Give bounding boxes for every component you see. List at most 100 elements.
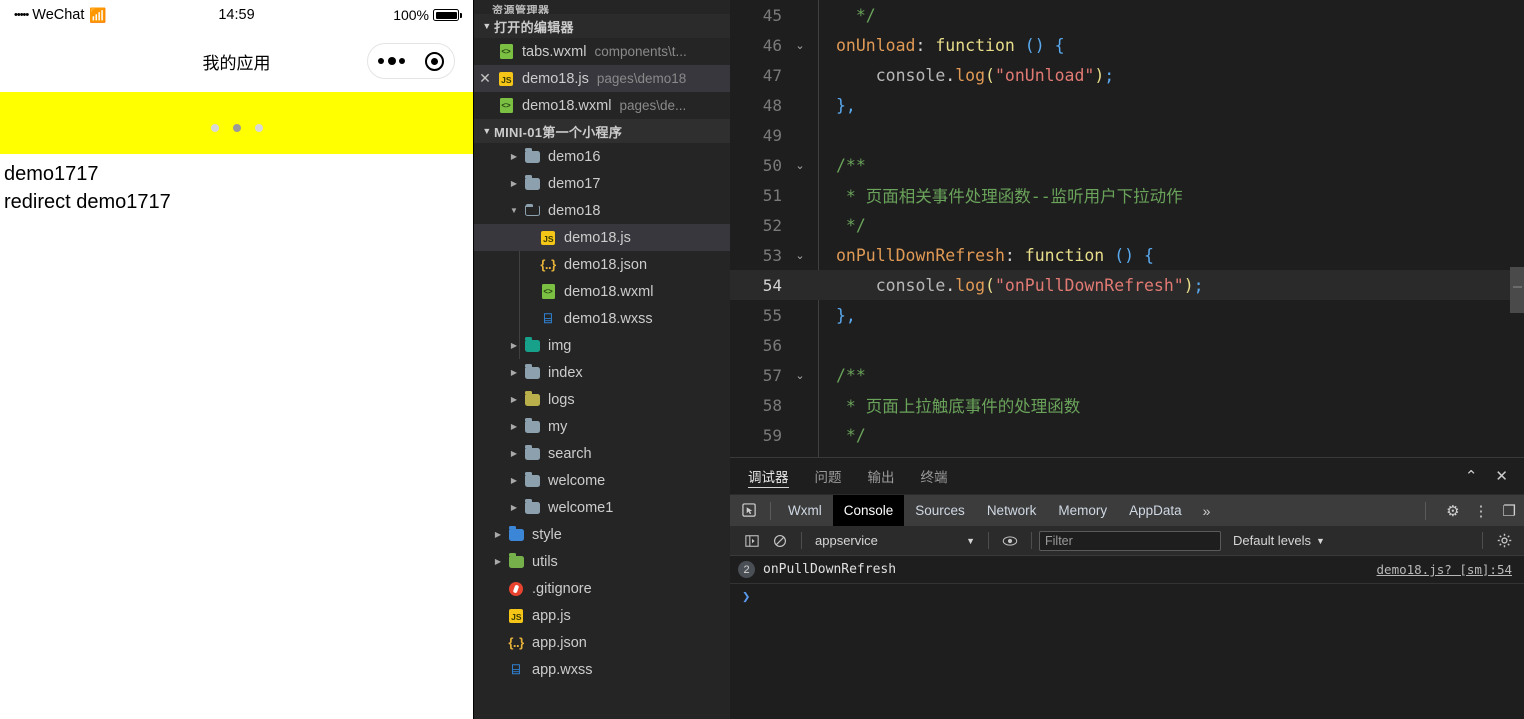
- swiper-dot[interactable]: [210, 124, 219, 132]
- devtools-tab-wxml[interactable]: Wxml: [777, 495, 833, 527]
- code-line[interactable]: 51 * 页面相关事件处理函数--监听用户下拉动作: [730, 180, 1524, 210]
- chevron-right-icon[interactable]: ▶: [506, 422, 522, 431]
- file-tree-item[interactable]: <> demo18.wxml: [474, 278, 730, 305]
- file-tree-item[interactable]: ▼ demo18: [474, 197, 730, 224]
- code-line[interactable]: 58 * 页面上拉触底事件的处理函数: [730, 390, 1524, 420]
- file-tree-item[interactable]: ▶ welcome: [474, 467, 730, 494]
- simulator-panel: ••••• WeChat 📶 14:59 100% 我的应用 demo1717 …: [0, 0, 474, 719]
- dock-panel-icon[interactable]: ❐: [1503, 502, 1516, 520]
- editor-scrollbar[interactable]: [1510, 0, 1524, 457]
- file-tree-item[interactable]: ▶ index: [474, 359, 730, 386]
- target-circle-icon[interactable]: [425, 51, 444, 71]
- open-editor-item[interactable]: ✕ JS demo18.js pages\demo18: [474, 65, 730, 92]
- gear-icon[interactable]: [1490, 533, 1518, 548]
- swiper-banner[interactable]: [0, 92, 473, 154]
- open-editors-header[interactable]: ▼ 打开的编辑器: [474, 14, 730, 38]
- file-tree-item[interactable]: ▶ my: [474, 413, 730, 440]
- panel-tab-1[interactable]: 问题: [815, 458, 842, 494]
- fold-toggle-icon[interactable]: ⌄: [788, 249, 812, 262]
- chevron-right-icon[interactable]: ▶: [506, 503, 522, 512]
- file-tree-item[interactable]: ▶ demo16: [474, 143, 730, 170]
- chevron-right-icon[interactable]: ▶: [490, 530, 506, 539]
- console-source-link[interactable]: demo18.js? [sm]:54: [1377, 562, 1512, 577]
- fold-toggle-icon[interactable]: ⌄: [788, 369, 812, 382]
- file-tree-item[interactable]: ▶ logs: [474, 386, 730, 413]
- swiper-dot-active[interactable]: [232, 124, 241, 132]
- file-tree-item[interactable]: .gitignore: [474, 575, 730, 602]
- file-tree-item[interactable]: {..} app.json: [474, 629, 730, 656]
- code-line[interactable]: 47 console.log("onUnload");: [730, 60, 1524, 90]
- clear-console-icon[interactable]: [766, 534, 794, 548]
- file-tree-item[interactable]: JS demo18.js: [474, 224, 730, 251]
- devtools-tab-memory[interactable]: Memory: [1047, 495, 1118, 527]
- file-tree-item[interactable]: ⌸ demo18.wxss: [474, 305, 730, 332]
- file-tree-item[interactable]: ▶ demo17: [474, 170, 730, 197]
- file-tree-item[interactable]: JS app.js: [474, 602, 730, 629]
- code-line[interactable]: 55},: [730, 300, 1524, 330]
- overflow-tabs-icon[interactable]: »: [1193, 503, 1221, 519]
- devtools-tab-network[interactable]: Network: [976, 495, 1048, 527]
- chevron-right-icon[interactable]: ▶: [506, 476, 522, 485]
- code-text: console.log("onUnload");: [812, 66, 1114, 85]
- code-line[interactable]: 49: [730, 120, 1524, 150]
- chevron-down-icon[interactable]: ▼: [506, 206, 522, 215]
- code-line-active[interactable]: 54 console.log("onPullDownRefresh");: [730, 270, 1524, 300]
- chevron-down-icon[interactable]: ▼: [480, 21, 494, 31]
- devtools-tab-sources[interactable]: Sources: [904, 495, 976, 527]
- file-tree-item[interactable]: ▶ style: [474, 521, 730, 548]
- code-line[interactable]: 53 ⌄ onPullDownRefresh: function () {: [730, 240, 1524, 270]
- inspect-element-icon[interactable]: [734, 503, 764, 518]
- panel-tab-3[interactable]: 终端: [921, 458, 948, 494]
- panel-tab-2[interactable]: 输出: [868, 458, 895, 494]
- close-icon[interactable]: ✕: [1495, 469, 1508, 484]
- file-tree-item[interactable]: ▶ img: [474, 332, 730, 359]
- devtools-tab-appdata[interactable]: AppData: [1118, 495, 1193, 527]
- fold-toggle-icon[interactable]: ⌄: [788, 159, 812, 172]
- code-line[interactable]: 52 */: [730, 210, 1524, 240]
- console-message[interactable]: 2 onPullDownRefresh demo18.js? [sm]:54: [730, 556, 1524, 584]
- chevron-right-icon[interactable]: ▶: [506, 179, 522, 188]
- open-editor-item[interactable]: <> tabs.wxml components\t...: [474, 38, 730, 65]
- close-icon[interactable]: ✕: [474, 70, 496, 87]
- code-line[interactable]: 59 */: [730, 420, 1524, 450]
- console-filter-input[interactable]: Filter: [1039, 530, 1221, 551]
- file-tree-item[interactable]: ▶ welcome1: [474, 494, 730, 521]
- code-editor[interactable]: 45 */46 ⌄ onUnload: function () {47 consol…: [730, 0, 1524, 457]
- chevron-down-icon[interactable]: ▼: [480, 126, 494, 136]
- code-line[interactable]: 48},: [730, 90, 1524, 120]
- chevron-up-icon[interactable]: ⌃: [1465, 469, 1478, 484]
- swiper-dot[interactable]: [254, 124, 263, 132]
- code-token: (): [1114, 245, 1135, 265]
- chevron-right-icon[interactable]: ▶: [506, 368, 522, 377]
- live-expression-icon[interactable]: [996, 535, 1024, 547]
- wechat-capsule-button[interactable]: [367, 43, 455, 79]
- code-line[interactable]: 57 ⌄ /**: [730, 360, 1524, 390]
- code-line[interactable]: 45 */: [730, 0, 1524, 30]
- more-dots-icon[interactable]: [378, 57, 405, 65]
- code-line[interactable]: 46 ⌄ onUnload: function () {: [730, 30, 1524, 60]
- code-line[interactable]: 56: [730, 330, 1524, 360]
- console-sidebar-icon[interactable]: [738, 534, 766, 548]
- chevron-right-icon[interactable]: ▶: [506, 152, 522, 161]
- console-context-select[interactable]: appservice ▼: [809, 533, 981, 548]
- editor-scrollbar-thumb[interactable]: [1510, 267, 1524, 313]
- file-tree-item[interactable]: {..} demo18.json: [474, 251, 730, 278]
- console-output[interactable]: 2 onPullDownRefresh demo18.js? [sm]:54 ❯: [730, 556, 1524, 719]
- chevron-right-icon[interactable]: ▶: [506, 395, 522, 404]
- console-levels-select[interactable]: Default levels ▼: [1233, 533, 1325, 548]
- file-tree-item[interactable]: ⌸ app.wxss: [474, 656, 730, 683]
- open-editor-item[interactable]: <> demo18.wxml pages\de...: [474, 92, 730, 119]
- console-input-prompt[interactable]: ❯: [730, 584, 1524, 610]
- file-tree-item[interactable]: ▶ utils: [474, 548, 730, 575]
- chevron-right-icon[interactable]: ▶: [506, 449, 522, 458]
- file-tree-item[interactable]: ▶ search: [474, 440, 730, 467]
- gear-icon[interactable]: ⚙: [1446, 502, 1459, 520]
- code-line[interactable]: 50 ⌄ /**: [730, 150, 1524, 180]
- panel-tab-0[interactable]: 调试器: [748, 458, 789, 494]
- kebab-menu-icon[interactable]: ⋮: [1474, 502, 1489, 520]
- devtools-tab-console[interactable]: Console: [832, 494, 905, 527]
- project-root-header[interactable]: ▼ MINI-01第一个小程序: [474, 119, 730, 143]
- chevron-right-icon[interactable]: ▶: [490, 557, 506, 566]
- fold-toggle-icon[interactable]: ⌄: [788, 39, 812, 52]
